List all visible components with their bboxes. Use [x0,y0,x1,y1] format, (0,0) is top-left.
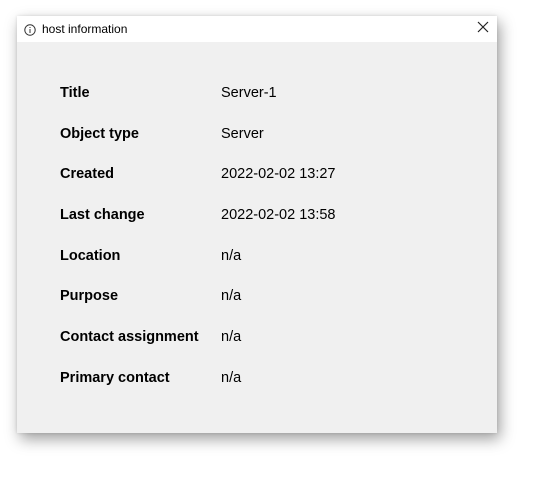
property-row-purpose: Purpose n/a [60,287,480,328]
property-row-title: Title Server-1 [60,84,480,125]
property-row-object-type: Object type Server [60,125,480,166]
property-label: Object type [60,125,139,142]
property-value: n/a [221,247,242,264]
property-row-last-change: Last change 2022-02-02 13:58 [60,206,480,247]
property-label: Location [60,247,121,264]
property-value: Server-1 [221,85,277,101]
property-label: Last change [60,207,145,224]
property-value: n/a [221,329,242,346]
property-label: Primary contact [60,369,170,386]
property-label: Purpose [60,288,119,305]
property-row-primary-contact: Primary contact n/a [60,369,480,410]
property-label: Title [60,85,90,101]
host-information-dialog: host information Title Server-1 Object t… [17,16,497,433]
property-row-created: Created 2022-02-02 13:27 [60,165,480,206]
property-value: 2022-02-02 13:27 [221,166,336,183]
window-title: host information [42,22,128,36]
property-label: Created [60,166,114,183]
property-value: Server [221,125,264,142]
property-row-location: Location n/a [60,247,480,288]
info-icon [24,23,36,36]
property-label: Contact assignment [60,329,199,346]
close-icon [477,20,489,38]
property-value: n/a [221,288,242,305]
property-value: n/a [221,369,242,386]
property-row-contact-assignment: Contact assignment n/a [60,328,480,369]
close-button[interactable] [469,16,497,42]
properties-list: Title Server-1 Object type Server Create… [60,84,480,410]
property-value: 2022-02-02 13:58 [221,207,336,224]
title-bar: host information [17,16,497,42]
